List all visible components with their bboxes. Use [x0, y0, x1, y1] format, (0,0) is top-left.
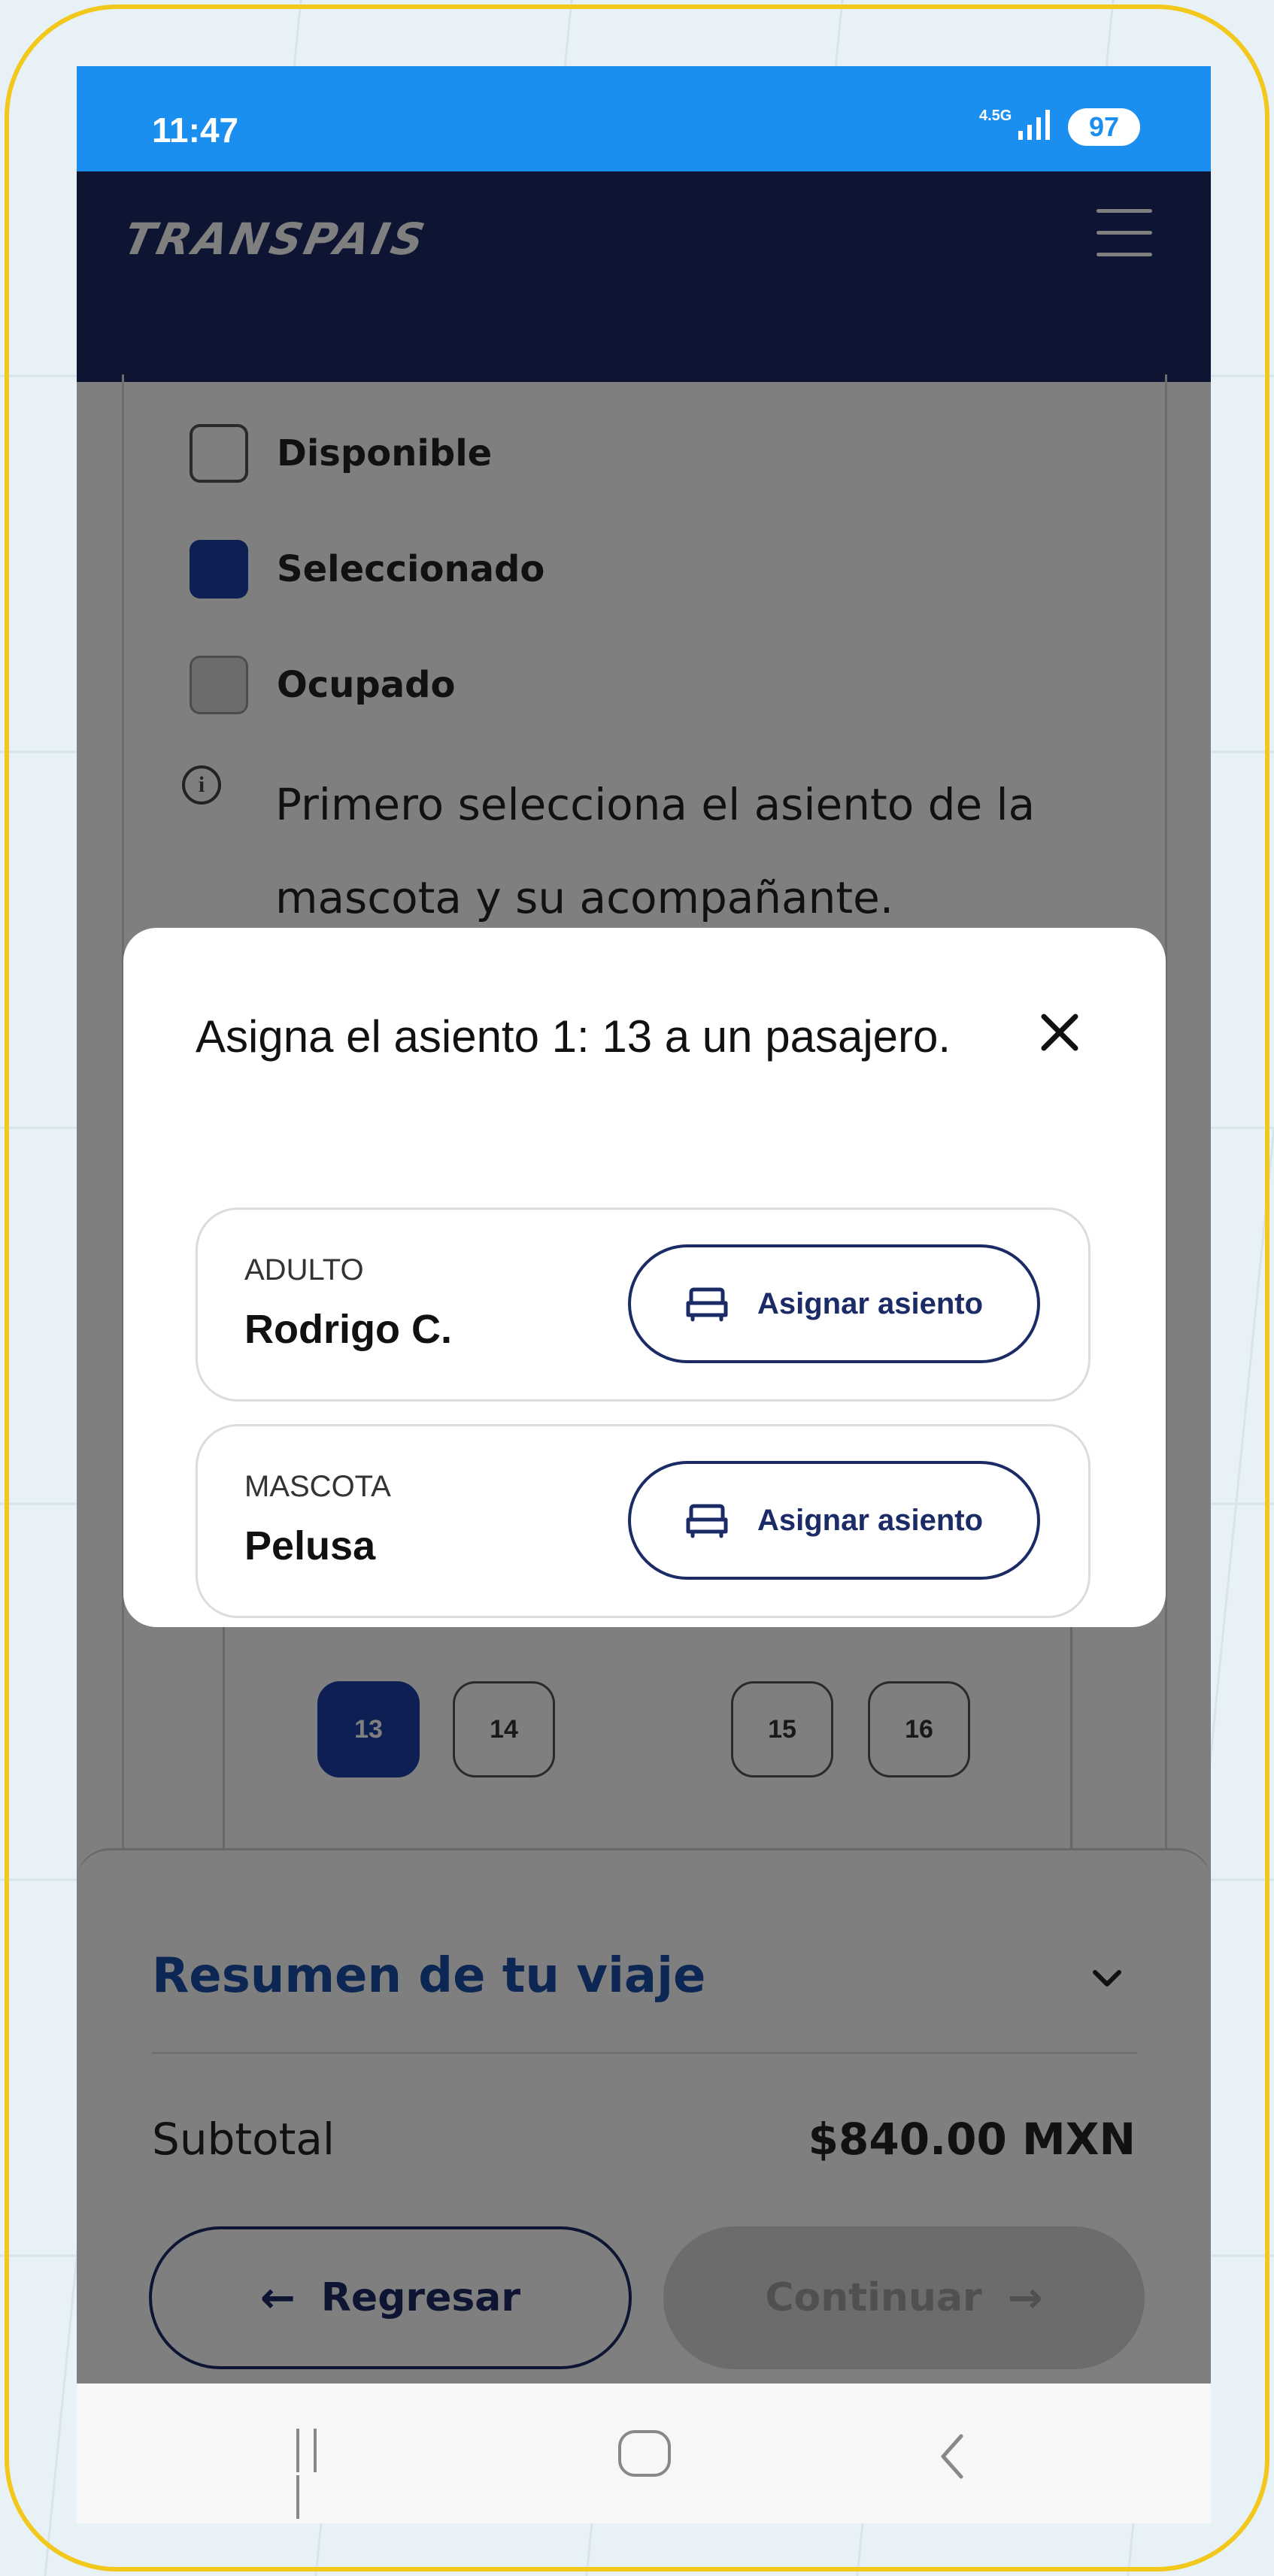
assign-seat-label: Asignar asiento	[757, 1286, 984, 1320]
home-button[interactable]	[618, 2430, 671, 2477]
passenger-type: MASCOTA	[244, 1470, 391, 1503]
phone-screen: 11:47 4.5G 97 TRANSPAIS Disponible Selec…	[77, 66, 1211, 2523]
recents-bar-icon	[296, 2429, 299, 2472]
passenger-card-pet: MASCOTA Pelusa Asignar asiento	[196, 1424, 1090, 1618]
passenger-name: Pelusa	[244, 1523, 376, 1568]
passenger-type: ADULTO	[244, 1253, 364, 1286]
modal-title: Asigna el asiento 1: 13 a un pasajero.	[196, 1011, 951, 1062]
status-bar: 11:47 4.5G 97	[77, 66, 1211, 171]
battery-indicator: 97	[1068, 108, 1140, 146]
assign-seat-modal: Asigna el asiento 1: 13 a un pasajero. A…	[123, 928, 1166, 1627]
assign-seat-button-adult[interactable]: Asignar asiento	[628, 1244, 1040, 1363]
recents-bar-icon	[296, 2475, 299, 2519]
status-time: 11:47	[152, 111, 239, 150]
network-indicator: 4.5G	[979, 108, 1012, 124]
seat-icon	[686, 1504, 728, 1538]
assign-seat-button-pet[interactable]: Asignar asiento	[628, 1461, 1040, 1580]
system-navigation-bar	[77, 2384, 1211, 2523]
back-nav-icon[interactable]	[934, 2430, 972, 2483]
assign-seat-label: Asignar asiento	[757, 1503, 984, 1537]
passenger-card-adult: ADULTO Rodrigo C. Asignar asiento	[196, 1208, 1090, 1402]
seat-icon	[686, 1287, 728, 1322]
close-icon[interactable]	[1033, 1006, 1086, 1059]
recents-button[interactable]	[296, 2429, 341, 2519]
passenger-name: Rodrigo C.	[244, 1307, 452, 1352]
signal-icon	[1018, 110, 1050, 140]
recents-bar-icon	[314, 2429, 317, 2472]
